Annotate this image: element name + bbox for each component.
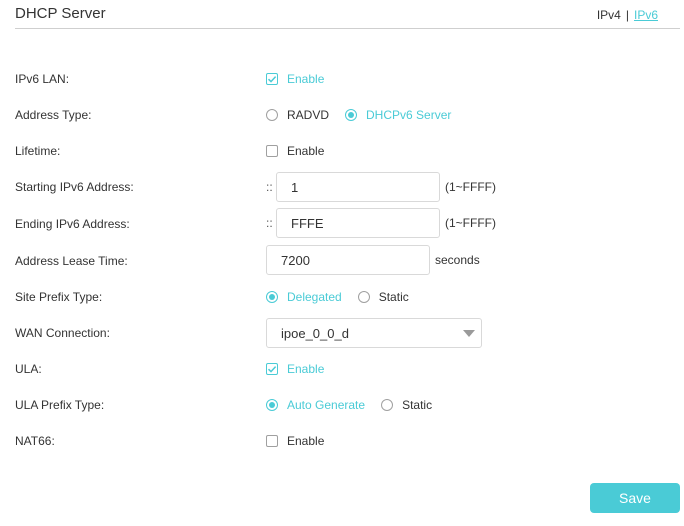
wan-connection-label: WAN Connection: <box>15 326 110 340</box>
site-prefix-radio-group: Delegated Static <box>266 290 409 304</box>
radio-auto-generate[interactable]: Auto Generate <box>266 398 365 412</box>
ula-checkbox[interactable]: Enable <box>266 362 324 376</box>
row-ula: ULA: Enable <box>0 361 684 397</box>
ula-label: ULA: <box>15 362 42 376</box>
lease-time-control: 7200 seconds <box>266 245 480 275</box>
ula-prefix-label: ULA Prefix Type: <box>15 398 105 412</box>
ula-prefix-radio-group: Auto Generate Static <box>266 398 432 412</box>
radio-delegated[interactable]: Delegated <box>266 290 342 304</box>
protocol-switch: IPv4 | IPv6 <box>597 8 658 22</box>
end-address-input[interactable]: FFFE <box>276 208 440 238</box>
radio-unselected-icon <box>266 109 278 121</box>
end-address-control: :: FFFE (1~FFFF) <box>266 208 496 238</box>
ipv6-link[interactable]: IPv6 <box>634 8 658 22</box>
address-type-label: Address Type: <box>15 108 92 122</box>
radio-site-static[interactable]: Static <box>357 290 409 304</box>
row-ula-prefix: ULA Prefix Type: Auto Generate Static <box>0 397 684 433</box>
row-end-address: Ending IPv6 Address: :: FFFE (1~FFFF) <box>0 208 684 244</box>
start-address-label: Starting IPv6 Address: <box>15 180 134 194</box>
row-nat66: NAT66: Enable <box>0 433 684 469</box>
start-address-control: :: 1 (1~FFFF) <box>266 172 496 202</box>
nat66-checkbox[interactable]: Enable <box>266 434 324 448</box>
wan-connection-control: ipoe_0_0_d <box>266 318 482 348</box>
radio-unselected-icon <box>381 399 394 411</box>
start-address-range: (1~FFFF) <box>445 180 496 194</box>
row-ipv6-lan: IPv6 LAN: Enable <box>0 71 684 107</box>
row-start-address: Starting IPv6 Address: :: 1 (1~FFFF) <box>0 172 684 208</box>
save-button[interactable]: Save <box>590 483 680 513</box>
chevron-down-icon <box>463 330 475 337</box>
start-address-prefix: :: <box>266 180 273 194</box>
radio-selected-icon <box>266 291 278 303</box>
radio-unselected-icon <box>357 291 370 303</box>
site-static-text: Static <box>378 290 409 304</box>
row-address-type: Address Type: RADVD DHCPv6 Server <box>0 107 684 143</box>
radio-radvd[interactable]: RADVD <box>266 108 329 122</box>
radvd-text: RADVD <box>287 108 330 122</box>
page-title: DHCP Server <box>15 5 106 22</box>
page-header: DHCP Server IPv4 | IPv6 <box>15 0 680 29</box>
ipv4-link[interactable]: IPv4 <box>597 8 621 22</box>
row-wan-connection: WAN Connection: ipoe_0_0_d <box>0 318 684 354</box>
lifetime-checkbox[interactable]: Enable <box>266 144 324 158</box>
radio-selected-icon <box>266 399 278 411</box>
radio-dhcpv6-server[interactable]: DHCPv6 Server <box>345 108 451 122</box>
end-address-label: Ending IPv6 Address: <box>15 217 130 231</box>
address-type-radio-group: RADVD DHCPv6 Server <box>266 108 451 122</box>
checkbox-checked-icon <box>266 363 278 375</box>
auto-generate-text: Auto Generate <box>287 398 366 412</box>
delegated-text: Delegated <box>287 290 342 304</box>
lifetime-label: Lifetime: <box>15 144 61 158</box>
lease-time-input[interactable]: 7200 <box>266 245 430 275</box>
ipv6-lan-label: IPv6 LAN: <box>15 72 70 86</box>
end-address-range: (1~FFFF) <box>445 216 496 230</box>
protocol-separator: | <box>625 8 629 22</box>
lifetime-enable-text: Enable <box>287 144 325 158</box>
ula-enable-text: Enable <box>287 362 325 376</box>
radio-selected-icon <box>345 109 358 121</box>
ula-static-text: Static <box>402 398 433 412</box>
ipv6-lan-enable-text: Enable <box>287 72 325 86</box>
start-address-input[interactable]: 1 <box>276 172 440 202</box>
dhcpv6-server-text: DHCPv6 Server <box>366 108 452 122</box>
wan-connection-select[interactable]: ipoe_0_0_d <box>266 318 482 348</box>
site-prefix-label: Site Prefix Type: <box>15 290 103 304</box>
nat66-enable-text: Enable <box>287 434 325 448</box>
radio-ula-static[interactable]: Static <box>381 398 432 412</box>
end-address-prefix: :: <box>266 216 273 230</box>
nat66-label: NAT66: <box>15 434 55 448</box>
checkbox-unchecked-icon <box>266 435 278 447</box>
checkbox-unchecked-icon <box>266 145 278 157</box>
lease-time-label: Address Lease Time: <box>15 254 128 268</box>
wan-connection-value: ipoe_0_0_d <box>281 325 349 341</box>
lease-time-unit: seconds <box>435 253 480 267</box>
ipv6-lan-checkbox[interactable]: Enable <box>266 72 324 86</box>
checkbox-checked-icon <box>266 73 278 85</box>
row-lease-time: Address Lease Time: 7200 seconds <box>0 245 684 281</box>
